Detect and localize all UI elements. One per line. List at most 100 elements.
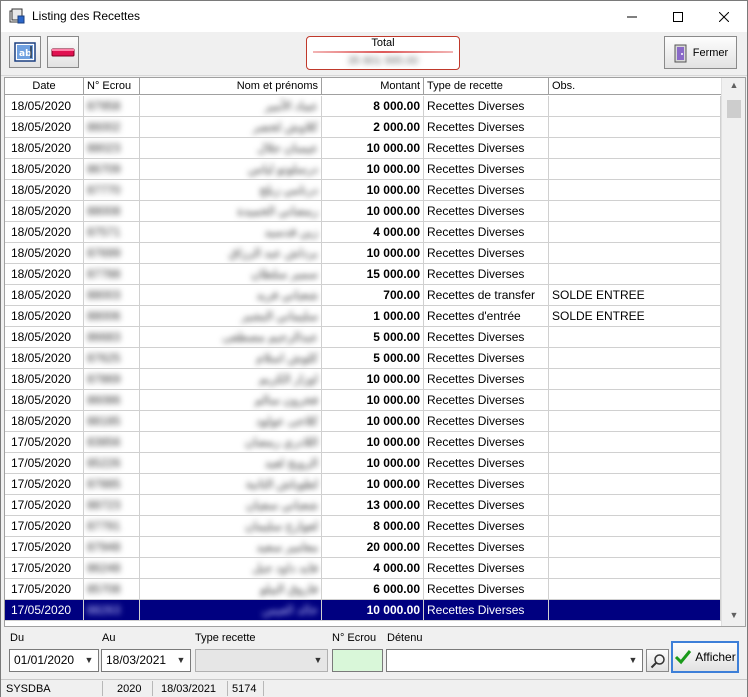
cell-ecrou: 88008 bbox=[84, 201, 140, 221]
cell-ecrou: 87788 bbox=[84, 264, 140, 284]
column-header-nom[interactable]: Nom et prénoms bbox=[140, 78, 322, 95]
table-row[interactable]: 17/05/2020 88263 خالد العيس 10 000.00 Recett… bbox=[5, 600, 721, 621]
au-date-field[interactable]: 18/03/2021 ▼ bbox=[101, 649, 191, 672]
cell-ecrou: 86086 bbox=[84, 390, 140, 410]
table-row[interactable]: 17/05/2020 85708 فاروق البيلو 6 000.00 Recet… bbox=[5, 579, 721, 600]
cell-nom-text: لطوباش الثانية bbox=[245, 477, 318, 491]
table-row[interactable]: 17/05/2020 83856 اللادري رمضان 10 000.00 Rec… bbox=[5, 432, 721, 453]
afficher-button[interactable]: Afficher bbox=[671, 641, 739, 673]
table-row[interactable]: 17/05/2020 85226 الرويح لعيد 10 000.00 Recet… bbox=[5, 453, 721, 474]
cell-ecrou: 87699 bbox=[84, 243, 140, 263]
scroll-down-icon[interactable]: ▼ bbox=[722, 610, 745, 624]
cell-type-text: Recettes Diverses bbox=[427, 246, 525, 260]
du-label: Du bbox=[10, 632, 25, 644]
search-button[interactable] bbox=[646, 649, 669, 672]
edit-text-button[interactable]: ab bbox=[9, 36, 41, 68]
cell-type-text: Recettes Diverses bbox=[427, 99, 525, 113]
cell-type: Recettes Diverses bbox=[424, 537, 549, 557]
column-header-type[interactable]: Type de recette bbox=[424, 78, 549, 95]
table-row[interactable]: 17/05/2020 87885 لطوباش الثانية 10 000.00 Re… bbox=[5, 474, 721, 495]
column-header-montant[interactable]: Montant bbox=[322, 78, 424, 95]
column-header-ecrou[interactable]: N° Ecrou bbox=[84, 78, 140, 95]
scroll-thumb[interactable] bbox=[727, 100, 741, 118]
table-row[interactable]: 17/05/2020 87791 لعوارج سليمان 8 000.00 Rece… bbox=[5, 516, 721, 537]
cell-ecrou-text: 87869 bbox=[87, 372, 121, 386]
fermer-label: Fermer bbox=[692, 46, 729, 59]
cell-ecrou: 87948 bbox=[84, 537, 140, 557]
table-row[interactable]: 18/05/2020 87571 زين قدسيد 4 000.00 Recettes… bbox=[5, 222, 721, 243]
recettes-grid[interactable]: Date N° Ecrou Nom et prénoms Montant Typ… bbox=[4, 77, 746, 627]
cell-date-text: 18/05/2020 bbox=[11, 225, 72, 239]
cell-nom: عيسان جلال bbox=[140, 138, 322, 158]
type-recette-select[interactable]: ▼ bbox=[195, 649, 328, 672]
table-row[interactable]: 18/05/2020 87958 عماد الأمير 8 000.00 Recett… bbox=[5, 96, 721, 117]
fermer-button[interactable]: Fermer bbox=[664, 36, 737, 69]
cell-montant-text: 10 000.00 bbox=[366, 183, 420, 197]
table-row[interactable]: 17/05/2020 86248 فايد داود جبل 4 000.00 Rece… bbox=[5, 558, 721, 579]
ecrou-input[interactable] bbox=[332, 649, 383, 672]
table-row[interactable]: 18/05/2020 86683 عبدالرحيم مصطفى 5 000.00 Re… bbox=[5, 327, 721, 348]
cell-nom: درنامي زبلج bbox=[140, 180, 322, 200]
table-row[interactable]: 18/05/2020 87625 كلوش اسلام 5 000.00 Recette… bbox=[5, 348, 721, 369]
cell-montant-text: 20 000.00 bbox=[366, 540, 420, 554]
cell-nom-text: كلاحى عولود bbox=[255, 414, 318, 428]
cell-ecrou-text: 86683 bbox=[87, 330, 121, 344]
table-row[interactable]: 18/05/2020 88006 سليماني البشير 1 000.00 Rec… bbox=[5, 306, 721, 327]
cell-obs bbox=[549, 600, 721, 620]
cell-nom: سليماني البشير bbox=[140, 306, 322, 326]
eraser-icon bbox=[51, 48, 75, 57]
table-row[interactable]: 18/05/2020 88008 رمضاني الخميدة 10 000.00 Re… bbox=[5, 201, 721, 222]
chevron-down-icon[interactable]: ▼ bbox=[174, 650, 188, 671]
column-header-obs[interactable]: Obs. bbox=[549, 78, 721, 95]
table-row[interactable]: 18/05/2020 88023 عيسان جلال 10 000.00 Recett… bbox=[5, 138, 721, 159]
chevron-down-icon[interactable]: ▼ bbox=[311, 650, 325, 671]
vertical-scrollbar[interactable]: ▲ ▼ bbox=[721, 78, 745, 626]
table-row[interactable]: 18/05/2020 88003 شعباني فريد 700.00 Recettes… bbox=[5, 285, 721, 306]
column-header-date[interactable]: Date bbox=[5, 78, 84, 95]
cell-nom-text: زين قدسيد bbox=[264, 225, 318, 239]
cell-ecrou-text: 88023 bbox=[87, 141, 121, 155]
minimize-button[interactable] bbox=[609, 1, 655, 32]
cell-montant: 6 000.00 bbox=[322, 579, 424, 599]
cell-montant-text: 700.00 bbox=[383, 288, 420, 302]
cell-type: Recettes Diverses bbox=[424, 516, 549, 536]
table-row[interactable]: 18/05/2020 87699 برداش عبد الرزاق 10 000.00… bbox=[5, 243, 721, 264]
detenu-select[interactable]: ▼ bbox=[386, 649, 643, 672]
du-date-field[interactable]: 01/01/2020 ▼ bbox=[9, 649, 99, 672]
status-divider bbox=[227, 681, 228, 696]
table-row[interactable]: 18/05/2020 86086 فخرون سالم 10 000.00 Recett… bbox=[5, 390, 721, 411]
table-row[interactable]: 17/05/2020 88723 شعباني سفيان 13 000.00 Rece… bbox=[5, 495, 721, 516]
cell-nom-text: الرويح لعيد bbox=[264, 456, 318, 470]
table-row[interactable]: 18/05/2020 86002 كلاوش لخضر 2 000.00 Recette… bbox=[5, 117, 721, 138]
cell-date-text: 17/05/2020 bbox=[11, 477, 72, 491]
table-row[interactable]: 18/05/2020 87788 سمير سلطان 15 000.00 Recett… bbox=[5, 264, 721, 285]
cell-date: 18/05/2020 bbox=[5, 285, 84, 305]
cell-type-text: Recettes Diverses bbox=[427, 183, 525, 197]
table-row[interactable]: 18/05/2020 86709 درسلوتو لياس 10 000.00 Rece… bbox=[5, 159, 721, 180]
table-row[interactable]: 17/05/2020 87948 معامير سعيد 20 000.00 Recet… bbox=[5, 537, 721, 558]
cell-date-text: 18/05/2020 bbox=[11, 120, 72, 134]
cell-nom: اوزار الكريم bbox=[140, 369, 322, 389]
status-divider bbox=[102, 681, 103, 696]
table-row[interactable]: 18/05/2020 87869 اوزار الكريم 10 000.00 Rece… bbox=[5, 369, 721, 390]
eraser-button[interactable] bbox=[47, 36, 79, 68]
cell-date-text: 18/05/2020 bbox=[11, 309, 72, 323]
cell-date: 18/05/2020 bbox=[5, 327, 84, 347]
chevron-down-icon[interactable]: ▼ bbox=[626, 650, 640, 671]
chevron-down-icon[interactable]: ▼ bbox=[82, 650, 96, 671]
maximize-button[interactable] bbox=[655, 1, 701, 32]
cell-montant-text: 10 000.00 bbox=[366, 141, 420, 155]
cell-obs: SOLDE ENTREE bbox=[549, 306, 721, 326]
cell-type-text: Recettes Diverses bbox=[427, 414, 525, 428]
detenu-label: Détenu bbox=[387, 632, 423, 644]
cell-ecrou-text: 87791 bbox=[87, 519, 121, 533]
scroll-up-icon[interactable]: ▲ bbox=[722, 80, 745, 94]
cell-type: Recettes Diverses bbox=[424, 411, 549, 431]
table-row[interactable]: 18/05/2020 88185 كلاحى عولود 10 000.00 Recet… bbox=[5, 411, 721, 432]
cell-nom-text: لعوارج سليمان bbox=[245, 519, 318, 533]
cell-type: Recettes Diverses bbox=[424, 243, 549, 263]
close-button[interactable] bbox=[701, 1, 747, 32]
cell-ecrou: 87958 bbox=[84, 96, 140, 116]
cell-obs bbox=[549, 138, 721, 158]
table-row[interactable]: 18/05/2020 87770 درنامي زبلج 10 000.00 Recet… bbox=[5, 180, 721, 201]
